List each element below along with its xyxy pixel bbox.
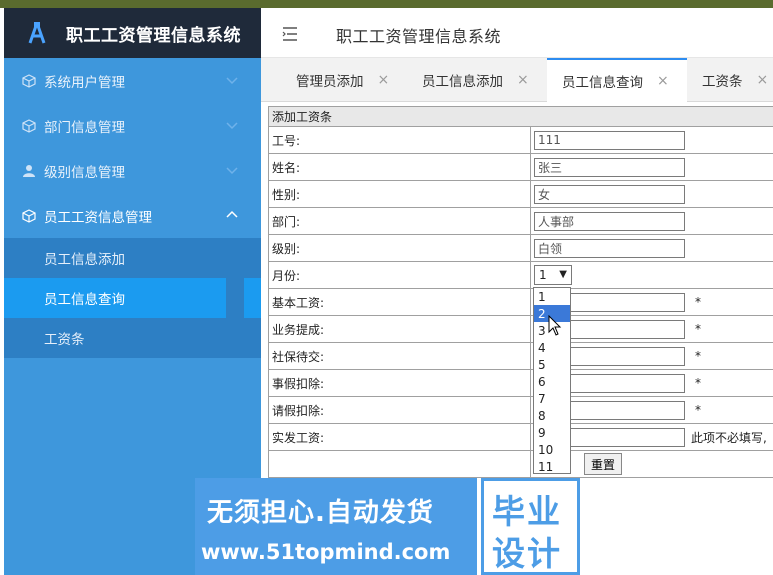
label-social: 社保待交: xyxy=(268,342,531,370)
label-name: 姓名: xyxy=(268,153,531,181)
label-sick-deduct: 请假扣除: xyxy=(268,396,531,424)
close-icon[interactable]: × xyxy=(378,72,390,88)
brand: 职工工资管理信息系统 xyxy=(4,8,261,58)
close-icon[interactable]: × xyxy=(757,72,769,88)
sidebar-item-label: 部门信息管理 xyxy=(44,119,125,136)
tab-label: 员工信息添加 xyxy=(422,74,503,90)
month-select-value: 1 xyxy=(539,268,547,282)
watermark-url: www.51topmind.com xyxy=(201,540,451,564)
chevron-down-icon: ▼ xyxy=(559,269,567,280)
required-mark: * xyxy=(695,376,701,390)
tab-label: 管理员添加 xyxy=(296,74,364,90)
label-base: 基本工资: xyxy=(268,288,531,316)
level-field[interactable]: 白领 xyxy=(534,238,685,258)
sidebar-item-label: 级别信息管理 xyxy=(44,164,125,181)
name-field[interactable]: 张三 xyxy=(534,157,685,177)
submenu-item-label: 员工信息查询 xyxy=(44,292,125,308)
tab-label: 员工信息查询 xyxy=(562,75,643,91)
current-marker xyxy=(244,278,261,318)
submenu-item-payslip[interactable]: 工资条 xyxy=(4,318,261,358)
watermark-left: 无须担心.自动发货 www.51topmind.com xyxy=(195,478,477,575)
month-option[interactable]: 8 xyxy=(534,407,570,424)
month-option[interactable]: 6 xyxy=(534,373,570,390)
top-strip xyxy=(0,0,773,8)
mouse-cursor-icon xyxy=(548,315,562,336)
chevron-down-icon xyxy=(226,77,238,85)
tab-admin-add[interactable]: 管理员添加 × xyxy=(296,58,389,102)
label-dept: 部门: xyxy=(268,207,531,235)
sidebar-item-system-users[interactable]: 系统用户管理 xyxy=(4,58,261,103)
content-area: 添加工资条 工号: 111 姓名: 张三 性别: 女 部门: 人事部 级别: 白… xyxy=(268,106,773,481)
user-icon xyxy=(23,164,35,177)
month-select[interactable]: 1 ▼ xyxy=(534,265,572,285)
page-title: 职工工资管理信息系统 xyxy=(336,27,502,46)
button-row-label xyxy=(268,450,531,478)
gender-field[interactable]: 女 xyxy=(534,184,685,204)
label-gender: 性别: xyxy=(268,180,531,208)
salary-form: 添加工资条 工号: 111 姓名: 张三 性别: 女 部门: 人事部 级别: 白… xyxy=(268,106,773,478)
menu-toggle-icon[interactable] xyxy=(282,27,298,41)
cube-icon xyxy=(22,73,36,88)
submenu-item-label: 员工信息添加 xyxy=(44,252,125,268)
app-title: 职工工资管理信息系统 xyxy=(66,25,241,46)
label-month: 月份: xyxy=(268,261,531,289)
label-actual: 实发工资: xyxy=(268,423,531,451)
sidebar-item-label: 员工工资信息管理 xyxy=(44,209,152,226)
watermark-right-line2: 设计 xyxy=(492,534,562,573)
tab-employee-add[interactable]: 员工信息添加 × xyxy=(422,58,529,102)
gonghao-field[interactable]: 111 xyxy=(534,130,685,150)
month-option[interactable]: 11 xyxy=(534,458,570,475)
month-option[interactable]: 5 xyxy=(534,356,570,373)
sidebar-item-salary[interactable]: 员工工资信息管理 xyxy=(4,193,261,238)
chevron-up-icon xyxy=(226,210,238,218)
tab-label: 工资条 xyxy=(702,74,743,90)
month-option[interactable]: 9 xyxy=(534,424,570,441)
label-level: 级别: xyxy=(268,234,531,262)
cube-icon xyxy=(22,208,36,223)
close-icon[interactable]: × xyxy=(657,73,669,89)
header: 职工工资管理信息系统 xyxy=(261,8,773,58)
close-icon[interactable]: × xyxy=(517,72,529,88)
dept-field[interactable]: 人事部 xyxy=(534,211,685,231)
reset-button[interactable]: 重置 xyxy=(584,453,623,475)
actual-note: 此项不必填写, xyxy=(691,430,767,445)
submenu-item-employee-query[interactable]: 员工信息查询 xyxy=(4,278,226,318)
month-option[interactable]: 10 xyxy=(534,441,570,458)
required-mark: * xyxy=(695,349,701,363)
sidebar-item-departments[interactable]: 部门信息管理 xyxy=(4,103,261,148)
app-window: 职工工资管理信息系统 系统用户管理 部门信息管理 级别信息管理 员工工资信息管理 xyxy=(0,0,773,575)
watermark-right-line1: 毕业 xyxy=(492,492,562,531)
required-mark: * xyxy=(695,295,701,309)
label-leave-deduct: 事假扣除: xyxy=(268,369,531,397)
label-gonghao: 工号: xyxy=(268,126,531,154)
cube-icon xyxy=(22,118,36,133)
form-heading: 添加工资条 xyxy=(268,106,773,127)
watermark-right: 毕业 设计 xyxy=(481,478,580,575)
tab-bar: 管理员添加 × 员工信息添加 × 员工信息查询 × 工资条 × xyxy=(261,58,773,102)
salary-submenu: 员工信息添加 员工信息查询 工资条 xyxy=(4,238,261,358)
chevron-down-icon xyxy=(226,122,238,130)
watermark-line1: 无须担心.自动发货 xyxy=(207,498,434,528)
chevron-down-icon xyxy=(226,167,238,175)
tab-payslip[interactable]: 工资条 × xyxy=(702,58,768,102)
sidebar-menu: 系统用户管理 部门信息管理 级别信息管理 员工工资信息管理 员工信息添加 员工信… xyxy=(4,58,261,358)
submenu-item-wrap: 员工信息查询 xyxy=(4,278,261,318)
tab-employee-query[interactable]: 员工信息查询 × xyxy=(547,58,687,102)
watermark-banner: 无须担心.自动发货 www.51topmind.com 毕业 设计 xyxy=(195,478,580,575)
label-commission: 业务提成: xyxy=(268,315,531,343)
sidebar-item-label: 系统用户管理 xyxy=(44,74,125,91)
required-mark: * xyxy=(695,403,701,417)
submenu-item-label: 工资条 xyxy=(44,332,85,348)
logo-icon xyxy=(28,22,46,44)
month-option[interactable]: 1 xyxy=(534,288,570,305)
month-option[interactable]: 7 xyxy=(534,390,570,407)
required-mark: * xyxy=(695,322,701,336)
sidebar-item-levels[interactable]: 级别信息管理 xyxy=(4,148,261,193)
month-option[interactable]: 4 xyxy=(534,339,570,356)
submenu-item-employee-add[interactable]: 员工信息添加 xyxy=(4,238,261,278)
